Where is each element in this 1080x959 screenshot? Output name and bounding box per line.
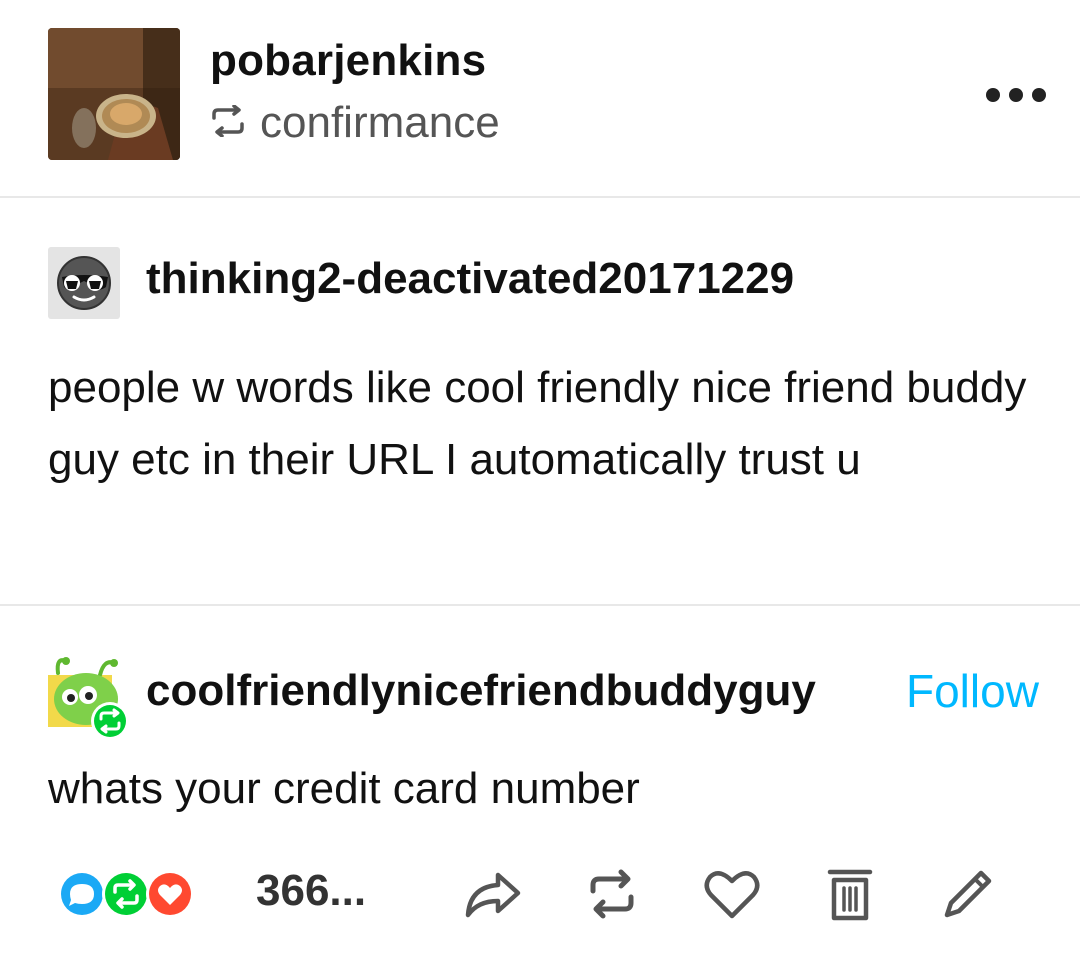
alien-avatar-icon xyxy=(48,657,129,740)
delete-icon[interactable] xyxy=(818,862,882,926)
follow-button[interactable]: Follow xyxy=(906,664,1039,718)
ellipsis-icon[interactable] xyxy=(986,80,1046,110)
post-body: people w words like cool friendly nice f… xyxy=(48,363,1027,484)
blog-username[interactable]: pobarjenkins xyxy=(210,36,486,86)
reblogged-from-label: confirmance xyxy=(260,98,500,147)
heart-bubble-icon xyxy=(146,870,194,918)
notes-summary[interactable] xyxy=(56,868,226,920)
note-count[interactable]: 366... xyxy=(256,866,366,916)
like-icon[interactable] xyxy=(700,862,764,926)
reply-username[interactable]: coolfriendlynicefriendbuddyguy xyxy=(146,666,816,716)
avatar[interactable] xyxy=(48,247,120,319)
reblog-icon[interactable] xyxy=(580,862,644,926)
comment-bubble-icon xyxy=(58,870,106,918)
avatar[interactable] xyxy=(48,28,180,160)
avatar[interactable] xyxy=(48,655,129,741)
divider xyxy=(0,196,1080,198)
edit-icon[interactable] xyxy=(936,862,1000,926)
reblog-source[interactable]: confirmance xyxy=(210,98,500,148)
share-icon[interactable] xyxy=(460,862,524,926)
divider xyxy=(0,604,1080,606)
avatar-image xyxy=(48,28,180,160)
reblog-icon xyxy=(210,103,246,142)
reply-body: whats your credit card number xyxy=(48,764,640,813)
reblog-bubble-icon xyxy=(102,870,150,918)
original-poster-username[interactable]: thinking2-deactivated20171229 xyxy=(146,254,794,304)
sunglasses-face-icon xyxy=(57,256,111,310)
